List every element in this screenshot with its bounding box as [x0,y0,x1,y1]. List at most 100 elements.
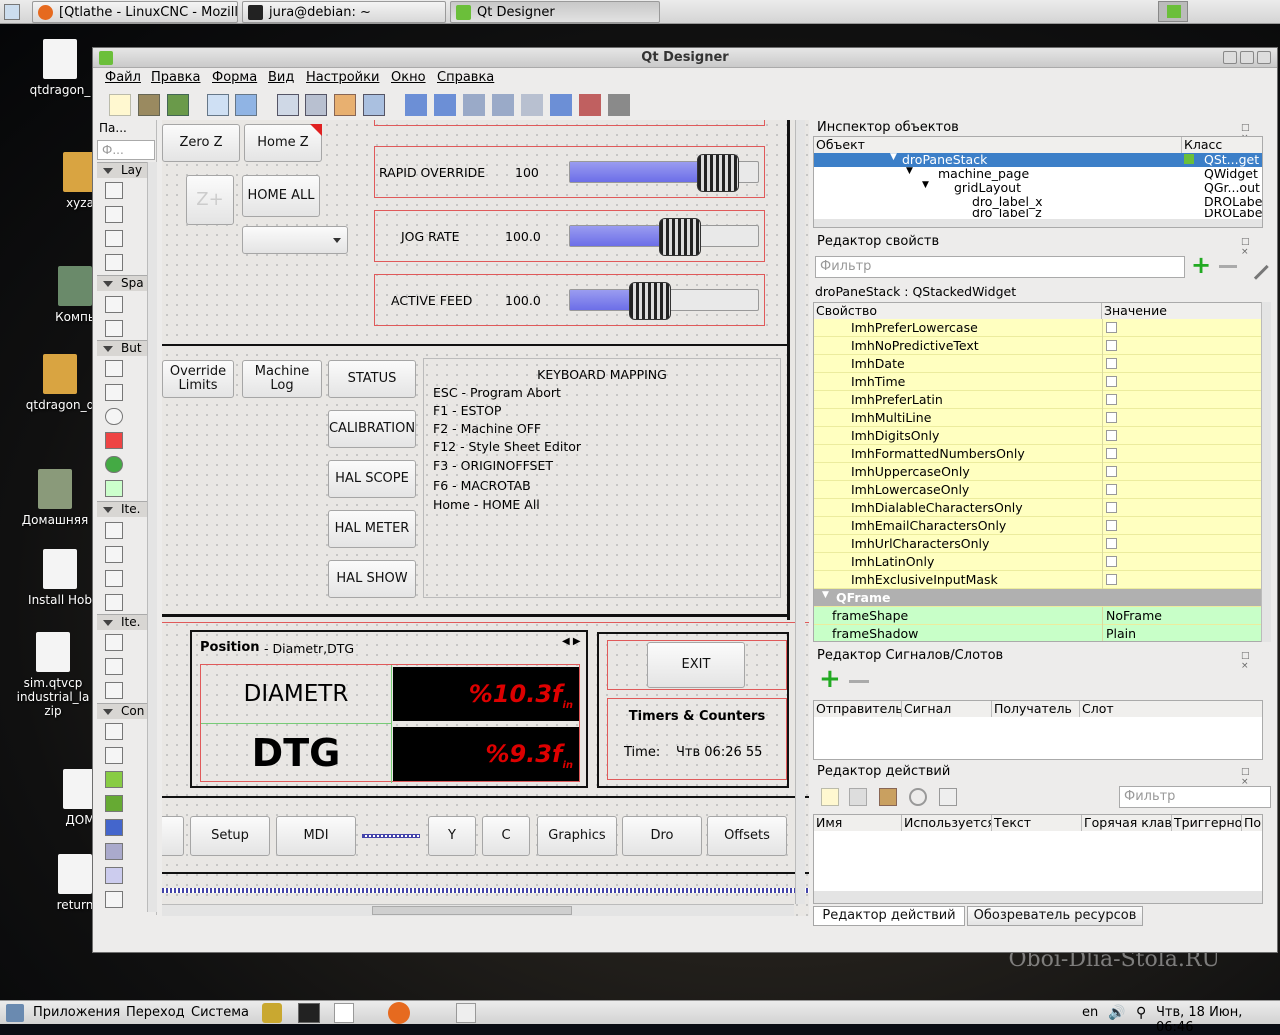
vertical-layout-icon[interactable] [105,182,123,199]
layout-grid-icon[interactable] [550,94,572,116]
scrollbar-handle[interactable] [372,906,572,915]
checkbox[interactable] [1106,448,1117,459]
property-row[interactable]: ImhPreferLatin [814,391,1262,409]
setup-button[interactable]: Setup [190,816,270,856]
offsets-button[interactable]: Offsets [707,816,787,856]
break-layout-icon[interactable] [579,94,601,116]
tree-view-icon[interactable] [105,546,123,563]
save-icon[interactable] [167,94,189,116]
combo-box[interactable] [242,226,348,254]
push-button-icon[interactable] [105,360,123,377]
tool-button-icon[interactable] [105,384,123,401]
group-collapse-icon[interactable]: ▼ [822,590,829,600]
tab-button[interactable] [162,816,184,856]
horizontal-layout-icon[interactable] [105,206,123,223]
status-button[interactable]: STATUS [328,360,416,398]
clock[interactable]: Чтв, 18 Июн, 06:46 [1156,1005,1280,1035]
layout-horizontal-icon[interactable] [405,94,427,116]
close-button[interactable] [1257,51,1271,64]
vertical-scrollbar[interactable] [795,120,805,904]
horizontal-spacer-icon[interactable] [105,296,123,313]
menu-settings[interactable]: Настройки [306,70,379,85]
show-desktop-icon[interactable] [456,1003,476,1023]
send-back-icon[interactable] [235,94,257,116]
property-row[interactable]: ImhUrlCharactersOnly [814,535,1262,553]
widget-filter-input[interactable]: Ф... [97,140,155,160]
new-form-icon[interactable] [109,94,131,116]
desktop-icon[interactable]: sim.qtvcp industrial_la zip [8,632,98,718]
group-row-qframe[interactable]: ▼ QFrame [814,589,1262,607]
property-row[interactable]: frameShadow Plain [814,625,1262,641]
rapid-override-slider[interactable] [569,154,759,192]
column-view-icon[interactable] [105,594,123,611]
property-row[interactable]: ImhMultiLine [814,409,1262,427]
grid-layout-icon[interactable] [105,230,123,247]
edit-signals-icon[interactable] [305,94,327,116]
keyboard-layout[interactable]: en [1082,1005,1098,1020]
form-layout-icon[interactable] [105,254,123,271]
active-feed-slider[interactable] [569,282,759,320]
edit-tab-order-icon[interactable] [363,94,385,116]
jog-rate-slider[interactable] [569,218,759,256]
tree-expand-icon[interactable]: ▼ [890,152,897,162]
nav-arrows-icon[interactable]: ◀ ▶ [562,636,581,647]
machine-log-button[interactable]: Machine Log [242,360,322,398]
hal-scope-button[interactable]: HAL SCOPE [328,460,416,498]
tool-box-icon[interactable] [105,771,123,788]
list-widget-icon[interactable] [105,634,123,651]
checkbox[interactable] [1106,484,1117,495]
checkbox[interactable] [1106,538,1117,549]
property-row[interactable]: ImhFormattedNumbersOnly [814,445,1262,463]
layout-vertical-icon[interactable] [434,94,456,116]
action-filter-input[interactable]: Фильтр [1119,786,1271,808]
add-connection-icon[interactable]: + [819,666,841,692]
adjust-size-icon[interactable] [608,94,630,116]
delete-action-icon[interactable] [909,788,927,806]
checkbox[interactable] [1106,358,1117,369]
table-view-icon[interactable] [105,570,123,587]
menu-file[interactable]: Файл [105,70,141,85]
checkbox[interactable] [1106,466,1117,477]
vertical-spacer-icon[interactable] [105,320,123,337]
tab-widget-icon[interactable] [105,795,123,812]
mdi-area-icon[interactable] [105,891,123,908]
applications-menu[interactable]: Приложения [33,1005,120,1020]
menu-help[interactable]: Справка [437,70,494,85]
edit-widgets-icon[interactable] [277,94,299,116]
maximize-button[interactable] [1240,51,1254,64]
property-scrollbar[interactable] [1261,302,1271,642]
slider-knob[interactable] [697,154,739,192]
tree-widget-icon[interactable] [105,658,123,675]
dock-controls-icon[interactable]: □ × [1241,123,1265,143]
checkbox[interactable] [1106,502,1117,513]
c-button[interactable]: C [482,816,530,856]
places-menu[interactable]: Переход [126,1005,185,1020]
dro-button[interactable]: Dro [622,816,702,856]
horizontal-scrollbar[interactable] [162,904,794,916]
property-row[interactable]: ImhExclusiveInputMask [814,571,1262,589]
scroll-area-icon[interactable] [105,747,123,764]
property-row[interactable]: ImhTime [814,373,1262,391]
terminal-icon[interactable] [298,1003,320,1023]
checkbox[interactable] [1106,322,1117,333]
property-row[interactable]: ImhDialableCharactersOnly [814,499,1262,517]
frame-icon[interactable] [105,843,123,860]
home-all-button[interactable]: HOME ALL [242,175,320,217]
system-menu[interactable]: Система [191,1005,249,1020]
property-row[interactable]: ImhEmailCharactersOnly [814,517,1262,535]
remove-property-icon[interactable] [1219,265,1237,268]
text-editor-icon[interactable] [334,1003,354,1023]
radio-button-icon[interactable] [105,408,123,425]
property-filter-input[interactable]: Фильтр [815,256,1185,278]
checkbox[interactable] [1106,394,1117,405]
property-row[interactable]: ImhLowercaseOnly [814,481,1262,499]
stacked-widget-icon[interactable] [105,819,123,836]
minimize-button[interactable] [1223,51,1237,64]
group-box-icon[interactable] [105,723,123,740]
show-desktop-icon[interactable] [4,4,20,20]
checkbox[interactable] [1106,520,1117,531]
calibration-button[interactable]: CALIBRATION [328,410,416,448]
launcher-icon[interactable] [262,1003,282,1023]
property-row[interactable]: ImhDate [814,355,1262,373]
menu-form[interactable]: Форма [212,70,257,85]
